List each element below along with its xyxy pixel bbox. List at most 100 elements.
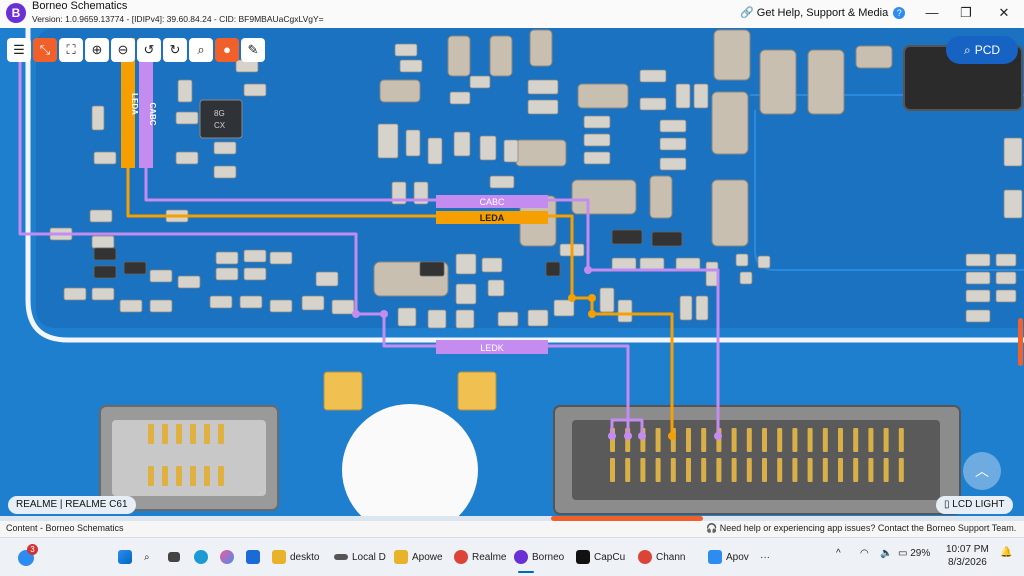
notification-bell-icon[interactable]: 🔔 bbox=[1000, 547, 1012, 558]
connector-pin[interactable] bbox=[853, 458, 859, 482]
connector-pin[interactable] bbox=[731, 428, 737, 452]
net-label-ledk: LEDK bbox=[480, 343, 504, 353]
connector-pin[interactable] bbox=[898, 428, 904, 452]
connector-pin[interactable] bbox=[686, 458, 691, 482]
taskbar-app-label: Local D bbox=[352, 551, 386, 563]
connector-pin[interactable] bbox=[640, 458, 646, 482]
volume-icon[interactable]: 🔈 bbox=[880, 548, 892, 559]
zoom-in-icon[interactable]: ⊕ bbox=[85, 38, 109, 62]
search-icon[interactable]: ⌕ bbox=[189, 38, 213, 62]
more-apps-icon[interactable]: ··· bbox=[760, 546, 770, 568]
help-link-label: Get Help, Support & Media bbox=[756, 7, 889, 19]
taskbar-app-chrome-channel[interactable]: Chann bbox=[638, 546, 685, 568]
status-bar: Content - Borneo Schematics 🎧 Need help … bbox=[0, 521, 1024, 537]
borneo-logo-icon: B bbox=[6, 3, 26, 23]
connector-pin[interactable] bbox=[625, 458, 631, 482]
app-title: Borneo Schematics bbox=[32, 0, 128, 12]
connector-pin[interactable] bbox=[746, 458, 752, 482]
help-link[interactable]: 🔗 Get Help, Support & Media ? bbox=[740, 6, 906, 19]
clock[interactable]: 10:07 PM 8/3/2026 bbox=[946, 543, 989, 569]
notification-count-badge: 3 bbox=[27, 544, 38, 555]
taskbar-app-apowersoft-folder[interactable]: Apowe bbox=[394, 546, 443, 568]
connector-pin[interactable] bbox=[670, 458, 676, 482]
connector-pin[interactable] bbox=[838, 458, 843, 482]
vertical-scrollbar-thumb[interactable] bbox=[1018, 318, 1023, 366]
list-icon[interactable]: ☰ bbox=[7, 38, 31, 62]
status-left-text: Content - Borneo Schematics bbox=[6, 523, 124, 533]
connector-pin[interactable] bbox=[868, 458, 874, 482]
connector-pin[interactable] bbox=[686, 428, 691, 452]
net-label-cabc: CABC bbox=[479, 197, 505, 207]
connector-pin[interactable] bbox=[868, 428, 874, 452]
connector-pin[interactable] bbox=[853, 428, 859, 452]
pcd-button-label: PCD bbox=[974, 43, 1001, 57]
collapse-icon[interactable]: ⤡ bbox=[33, 38, 57, 62]
chip-marking-line1: 8G bbox=[214, 109, 225, 118]
link-icon: 🔗 bbox=[740, 7, 754, 19]
connector-pin[interactable] bbox=[746, 428, 752, 452]
wifi-icon[interactable]: ◠ bbox=[860, 548, 869, 559]
taskbar-app-capcut[interactable]: CapCu bbox=[576, 546, 625, 568]
support-message[interactable]: 🎧 Need help or experiencing app issues? … bbox=[706, 523, 1016, 534]
taskbar-app-desktop[interactable]: deskto bbox=[272, 546, 319, 568]
chevron-up-icon: ︿ bbox=[975, 463, 989, 479]
store-icon[interactable] bbox=[246, 546, 264, 568]
connector-pin[interactable] bbox=[701, 428, 707, 452]
rotate-left-icon[interactable]: ↺ bbox=[137, 38, 161, 62]
part-name-badge[interactable]: ▯ LCD LIGHT bbox=[936, 496, 1013, 514]
pen-icon[interactable]: ✎ bbox=[241, 38, 265, 62]
connector-pin[interactable] bbox=[792, 458, 798, 482]
folder-icon bbox=[394, 550, 408, 564]
connector-pin[interactable] bbox=[898, 458, 904, 482]
taskbar-app-borneo[interactable]: Borneo bbox=[514, 546, 564, 573]
connector-pin[interactable] bbox=[762, 428, 767, 452]
taskbar-app-label: Apowe bbox=[412, 551, 443, 563]
battery-indicator[interactable]: ▭ 29% bbox=[898, 548, 930, 559]
taskbar-app-label: Apov bbox=[726, 551, 749, 563]
connector-pin[interactable] bbox=[777, 458, 783, 482]
fit-screen-icon[interactable]: ⛶ bbox=[59, 38, 83, 62]
connector-pin[interactable] bbox=[762, 458, 767, 482]
task-view-icon[interactable] bbox=[168, 546, 184, 568]
windows-taskbar: ⌕ deskto Local D Apowe Realme Borneo Cap… bbox=[0, 537, 1024, 576]
zoom-out-icon[interactable]: ⊖ bbox=[111, 38, 135, 62]
pcd-button[interactable]: ⌕ PCD bbox=[946, 36, 1018, 64]
chevron-up-icon[interactable]: ^ bbox=[836, 548, 841, 559]
borneo-icon bbox=[514, 550, 528, 564]
close-button[interactable]: ✕ bbox=[990, 2, 1018, 24]
taskbar-app-chrome-realme[interactable]: Realme bbox=[454, 546, 506, 568]
help-icon: ? bbox=[893, 7, 906, 19]
search-icon[interactable]: ⌕ bbox=[144, 546, 150, 568]
connector-pin[interactable] bbox=[822, 458, 828, 482]
scroll-to-top-button[interactable]: ︿ bbox=[963, 452, 1001, 490]
folder-icon bbox=[272, 550, 286, 564]
board-viewer[interactable]: 8G CX LEDA CABC CABC LEDA LEDK ☰ ⤡ ⛶ ⊕ ⊖… bbox=[0, 28, 1024, 518]
connector-pin[interactable] bbox=[807, 428, 813, 452]
connector-pin[interactable] bbox=[792, 428, 798, 452]
taskbar-app-apowersoft[interactable]: Apov bbox=[708, 546, 749, 568]
connector-pin[interactable] bbox=[655, 428, 661, 452]
start-button[interactable] bbox=[118, 546, 136, 568]
title-bar: B Borneo Schematics Version: 1.0.9659.13… bbox=[0, 0, 1024, 28]
taskbar-app-label: deskto bbox=[290, 551, 320, 563]
connector-pin[interactable] bbox=[807, 458, 813, 482]
pcb-board-image[interactable]: 8G CX LEDA CABC CABC LEDA LEDK bbox=[0, 28, 1024, 518]
connector-pin[interactable] bbox=[731, 458, 737, 482]
capcut-icon bbox=[576, 550, 590, 564]
copilot-icon[interactable] bbox=[220, 546, 238, 568]
connector-pin[interactable] bbox=[883, 428, 889, 452]
connector-pin[interactable] bbox=[610, 458, 615, 482]
rotate-right-icon[interactable]: ↻ bbox=[163, 38, 187, 62]
edge-icon[interactable] bbox=[194, 546, 212, 568]
connector-pin[interactable] bbox=[883, 458, 889, 482]
mouse-icon[interactable]: ● bbox=[215, 38, 239, 62]
connector-pin[interactable] bbox=[777, 428, 783, 452]
taskbar-app-local-disk[interactable]: Local D bbox=[334, 546, 386, 568]
connector-pin[interactable] bbox=[838, 428, 843, 452]
connector-pin[interactable] bbox=[716, 458, 722, 482]
connector-pin[interactable] bbox=[822, 428, 828, 452]
connector-pin[interactable] bbox=[701, 458, 707, 482]
minimize-button[interactable]: — bbox=[918, 2, 946, 24]
connector-pin[interactable] bbox=[655, 458, 661, 482]
maximize-button[interactable]: ❐ bbox=[952, 2, 980, 24]
